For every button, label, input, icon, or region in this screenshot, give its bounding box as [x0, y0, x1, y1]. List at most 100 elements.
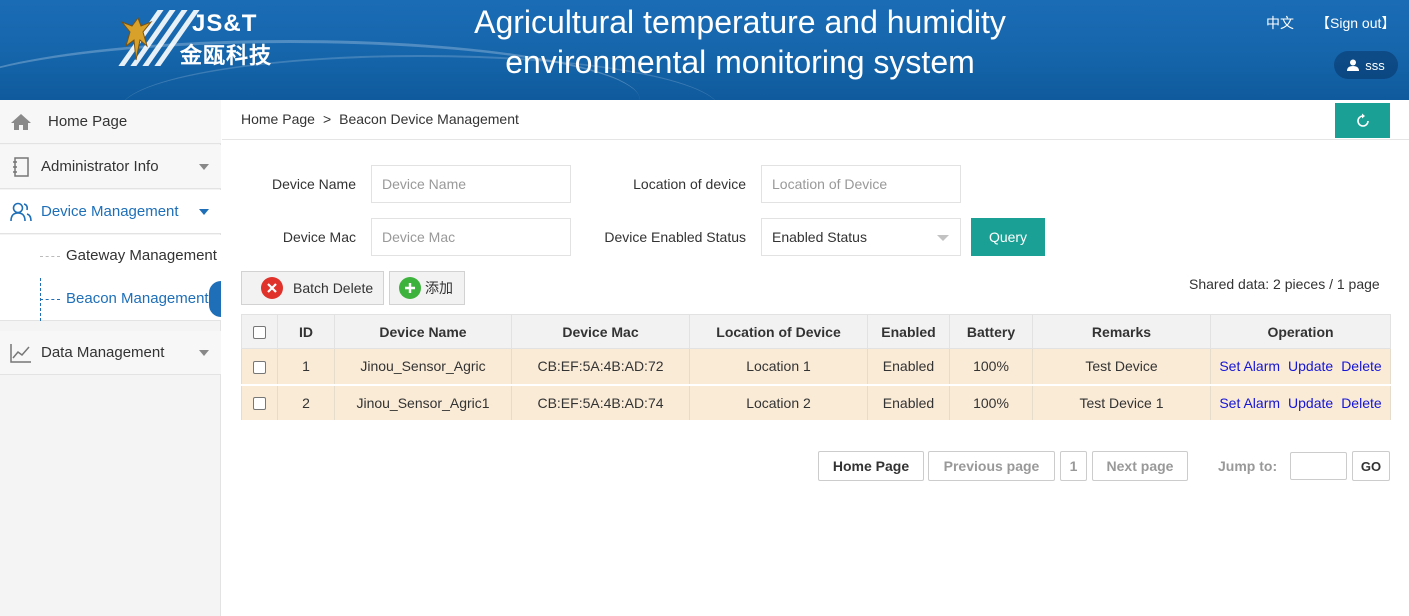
breadcrumb-separator: >: [322, 111, 332, 127]
location-label: Location of device: [633, 176, 746, 192]
sidebar-item-label: Data Management: [41, 344, 165, 361]
cell-operation: Set Alarm Update Delete: [1210, 348, 1391, 386]
device-name-label: Device Name: [271, 176, 356, 192]
chevron-down-icon: [199, 350, 209, 356]
tree-branch: [40, 299, 60, 300]
row-select-cell: [241, 348, 278, 386]
update-link[interactable]: Update: [1288, 395, 1333, 411]
sidebar-item-label: Administrator Info: [41, 158, 159, 175]
sidebar-item-admin-info[interactable]: Administrator Info: [0, 145, 221, 189]
sidebar-subitem-gateway[interactable]: Gateway Management: [0, 235, 221, 278]
sidebar-item-device-management[interactable]: Device Management: [0, 190, 221, 234]
table-row: 1 Jinou_Sensor_Agric CB:EF:5A:4B:AD:72 L…: [241, 348, 1391, 386]
enabled-status-value: Enabled Status: [772, 229, 867, 245]
column-header: Enabled: [867, 314, 950, 349]
cell-remarks: Test Device 1: [1032, 384, 1211, 422]
sidebar: Home Page Administrator Info Device Mana…: [0, 100, 221, 616]
table-header-row: ID Device Name Device Mac Location of De…: [241, 314, 1391, 349]
cell-enabled: Enabled: [867, 384, 950, 422]
users-icon: [10, 201, 32, 223]
table-row: 2 Jinou_Sensor_Agric1 CB:EF:5A:4B:AD:74 …: [241, 384, 1391, 422]
batch-delete-button[interactable]: Batch Delete: [241, 271, 384, 305]
tree-line: [40, 278, 41, 321]
chevron-down-icon: [199, 164, 209, 170]
previous-page-button[interactable]: Previous page: [928, 451, 1055, 481]
sidebar-item-label: Device Management: [41, 203, 179, 220]
update-link[interactable]: Update: [1288, 358, 1333, 374]
set-alarm-link[interactable]: Set Alarm: [1219, 358, 1280, 374]
location-input[interactable]: [761, 165, 961, 203]
sidebar-item-label: Home Page: [48, 113, 128, 130]
go-button[interactable]: GO: [1352, 451, 1390, 481]
cell-id: 1: [277, 348, 335, 386]
set-alarm-link[interactable]: Set Alarm: [1219, 395, 1280, 411]
language-switch-link[interactable]: 中文: [1266, 13, 1294, 33]
cell-battery: 100%: [949, 348, 1033, 386]
jump-to-label: Jump to:: [1218, 458, 1278, 474]
select-all-checkbox[interactable]: [253, 326, 266, 340]
logo-text-en: JS&T: [192, 10, 258, 37]
active-item-marker: [209, 281, 221, 317]
dropdown-arrow-icon: [937, 235, 949, 241]
line-chart-icon: [10, 342, 32, 364]
select-all-cell: [241, 314, 278, 349]
enabled-status-label: Device Enabled Status: [604, 229, 746, 245]
delete-link[interactable]: Delete: [1341, 395, 1381, 411]
column-header: Operation: [1210, 314, 1391, 349]
cell-device-name: Jinou_Sensor_Agric: [334, 348, 512, 386]
sign-out-link[interactable]: 【Sign out】: [1316, 13, 1395, 33]
row-checkbox[interactable]: [253, 361, 266, 375]
tree-branch: [40, 256, 60, 257]
app-title: Agricultural temperature and humidity en…: [474, 4, 1006, 80]
sidebar-item-data-management[interactable]: Data Management: [0, 331, 221, 375]
breadcrumb-bar: Home Page > Beacon Device Management: [222, 100, 1409, 140]
close-circle-icon: [261, 277, 283, 299]
cell-operation: Set Alarm Update Delete: [1210, 384, 1391, 422]
jump-to-input[interactable]: [1290, 452, 1347, 480]
page-number-button[interactable]: 1: [1060, 451, 1087, 481]
first-page-button[interactable]: Home Page: [818, 451, 924, 481]
add-label: 添加: [425, 280, 453, 296]
username: sss: [1365, 57, 1385, 73]
row-checkbox[interactable]: [253, 397, 266, 411]
add-button[interactable]: 添加: [389, 271, 465, 305]
breadcrumb-root[interactable]: Home Page: [241, 111, 315, 127]
device-name-input[interactable]: [371, 165, 571, 203]
cell-location: Location 1: [689, 348, 868, 386]
column-header: Battery: [949, 314, 1033, 349]
breadcrumb: Home Page > Beacon Device Management: [241, 111, 519, 127]
notebook-icon: [10, 156, 32, 178]
cell-id: 2: [277, 384, 335, 422]
sidebar-item-home[interactable]: Home Page: [0, 100, 221, 144]
logo-text-cn: 金瓯科技: [180, 43, 273, 68]
column-header: Location of Device: [689, 314, 868, 349]
refresh-icon: [1356, 113, 1369, 127]
delete-link[interactable]: Delete: [1341, 358, 1381, 374]
row-select-cell: [241, 384, 278, 422]
plus-circle-icon: [399, 277, 421, 299]
cell-location: Location 2: [689, 384, 868, 422]
enabled-status-select[interactable]: Enabled Status: [761, 218, 961, 256]
column-header: Device Name: [334, 314, 512, 349]
company-logo: JS&T 金瓯科技: [108, 8, 288, 68]
refresh-button[interactable]: [1335, 103, 1390, 138]
column-header: Device Mac: [511, 314, 690, 349]
home-icon: [10, 111, 32, 133]
sidebar-subitem-label: Beacon Management: [66, 290, 209, 307]
chevron-down-icon: [199, 209, 209, 215]
cell-remarks: Test Device: [1032, 348, 1211, 386]
next-page-button[interactable]: Next page: [1092, 451, 1188, 481]
column-header: Remarks: [1032, 314, 1211, 349]
cell-device-name: Jinou_Sensor_Agric1: [334, 384, 512, 422]
user-icon: [1347, 59, 1360, 71]
sidebar-subitem-label: Gateway Management: [66, 247, 217, 264]
cell-device-mac: CB:EF:5A:4B:AD:72: [511, 348, 690, 386]
shared-data-summary: Shared data: 2 pieces / 1 page: [1189, 276, 1380, 292]
cell-device-mac: CB:EF:5A:4B:AD:74: [511, 384, 690, 422]
device-mac-input[interactable]: [371, 218, 571, 256]
cell-enabled: Enabled: [867, 348, 950, 386]
query-button[interactable]: Query: [971, 218, 1045, 256]
logo-mark-icon: [108, 8, 200, 68]
user-menu[interactable]: sss: [1334, 51, 1398, 79]
sidebar-subitem-beacon[interactable]: Beacon Management: [0, 278, 221, 321]
